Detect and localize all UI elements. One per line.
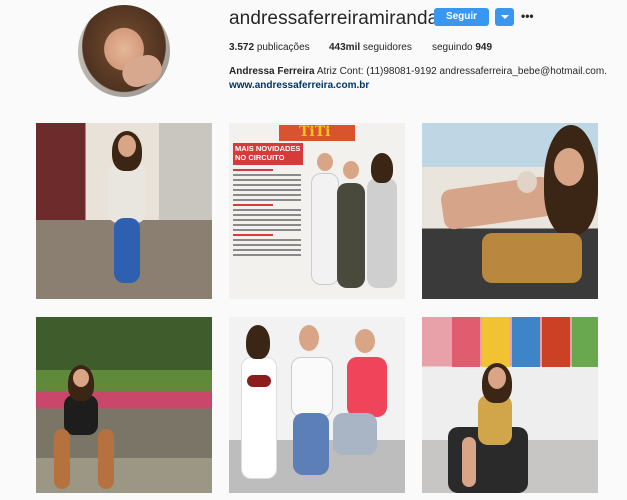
wall-art <box>512 317 540 367</box>
profile-username: andressaferreiramiranda <box>229 8 439 29</box>
following-label: seguindo <box>432 42 473 53</box>
wall-art <box>542 317 570 367</box>
profile-full-name: Andressa Ferreira <box>229 66 315 77</box>
post-figure <box>291 357 333 417</box>
post-figure <box>246 325 270 359</box>
followers-label: seguidores <box>362 42 412 53</box>
profile-bio: Andressa Ferreira Atriz Cont: (11)98081-… <box>229 66 607 77</box>
wall-art <box>572 317 598 367</box>
wall-art <box>482 317 510 367</box>
followers-count: 443mil <box>329 42 361 53</box>
post-figure <box>367 178 397 288</box>
posts-label: publicações <box>256 42 310 53</box>
post-figure <box>517 171 537 193</box>
post-thumbnail[interactable] <box>422 317 598 493</box>
post-figure <box>337 183 365 288</box>
post-figure <box>482 233 582 283</box>
profile-avatar[interactable] <box>78 5 170 97</box>
chevron-down-icon <box>501 15 509 19</box>
post-figure <box>73 369 89 387</box>
post-figure <box>311 173 339 285</box>
post-figure <box>54 429 70 489</box>
post-figure <box>299 325 319 351</box>
posts-stat: 3.572 publicações <box>229 42 310 53</box>
posts-count: 3.572 <box>229 42 255 53</box>
post-figure <box>554 148 584 186</box>
post-thumbnail[interactable] <box>36 123 212 299</box>
post-figure <box>98 429 114 489</box>
post-figure <box>355 329 375 353</box>
suggestions-dropdown-button[interactable] <box>495 8 514 26</box>
magazine-logo: TiTi <box>299 124 331 140</box>
follow-button[interactable]: Seguir <box>434 8 489 26</box>
post-figure <box>118 135 136 157</box>
magazine-headline: MAIS NOVIDADES NO CIRCUITO <box>235 144 301 162</box>
post-thumbnail[interactable] <box>422 123 598 299</box>
post-figure <box>488 367 506 389</box>
post-thumbnail[interactable] <box>229 317 405 493</box>
magazine-text-lines <box>233 169 301 259</box>
post-thumbnail[interactable] <box>36 317 212 493</box>
post-figure <box>247 375 271 387</box>
post-thumbnail-magazine[interactable]: TiTi MAIS NOVIDADES NO CIRCUITO <box>229 123 405 299</box>
post-figure <box>462 437 476 487</box>
profile-bio-text: Atriz Cont: (11)98081-9192 andressaferre… <box>316 66 607 77</box>
post-figure <box>114 218 140 283</box>
post-figure <box>439 175 555 231</box>
post-figure <box>333 413 377 455</box>
following-count: 949 <box>475 42 493 53</box>
post-figure <box>343 161 359 179</box>
post-figure <box>347 357 387 417</box>
wall-art <box>452 317 480 367</box>
following-stat[interactable]: seguindo 949 <box>432 42 492 53</box>
profile-website-link[interactable]: www.andressaferreira.com.br <box>229 80 369 91</box>
post-figure <box>108 163 146 223</box>
post-figure <box>293 413 329 475</box>
post-figure <box>64 395 98 435</box>
post-figure <box>317 153 333 171</box>
followers-stat[interactable]: 443mil seguidores <box>329 42 412 53</box>
post-figure <box>371 153 393 183</box>
more-options-button[interactable]: ••• <box>521 9 534 23</box>
